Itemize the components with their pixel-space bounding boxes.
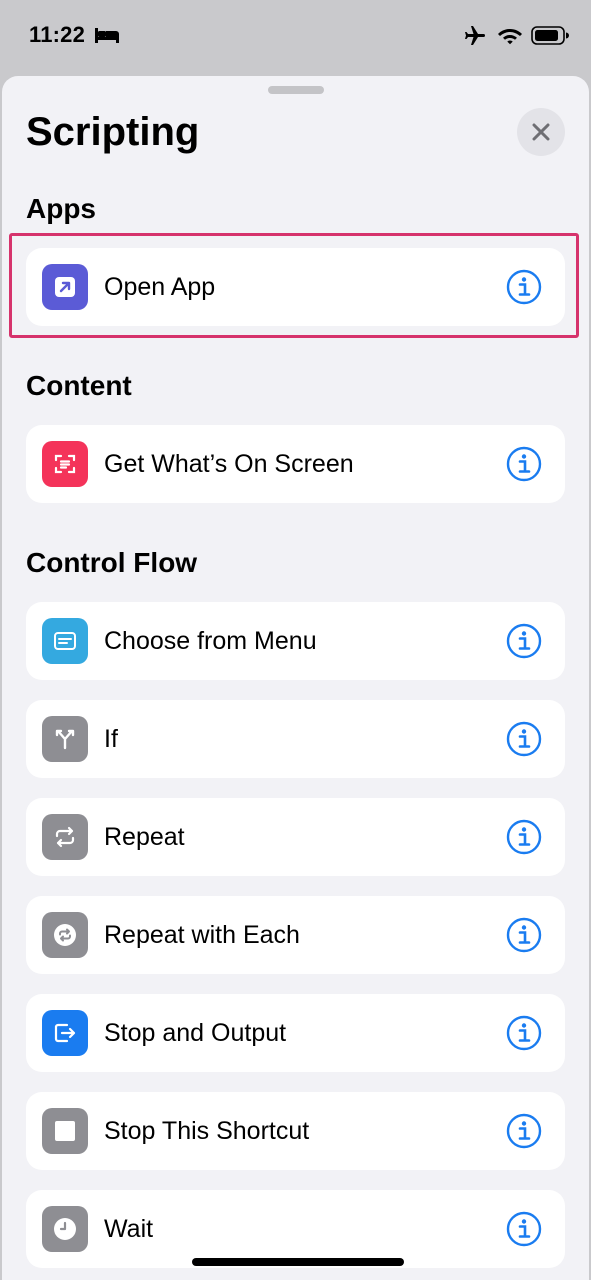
close-icon — [532, 123, 550, 141]
airplane-icon — [465, 26, 485, 45]
info-icon[interactable] — [506, 623, 542, 659]
list-item-stop-and-output[interactable]: Stop and Output — [26, 994, 565, 1072]
list-item-repeat[interactable]: Repeat — [26, 798, 565, 876]
section-header-apps: Apps — [26, 193, 96, 224]
screen-scan-icon — [42, 441, 88, 487]
info-icon[interactable] — [506, 819, 542, 855]
status-bar: 11:22 — [0, 0, 591, 72]
info-icon[interactable] — [506, 1113, 542, 1149]
home-indicator[interactable] — [192, 1258, 404, 1266]
close-button[interactable] — [517, 108, 565, 156]
repeat-icon — [42, 814, 88, 860]
sheet-title: Scripting — [26, 110, 200, 154]
status-time: 11:22 — [29, 22, 86, 47]
list-item-label: Get What’s On Screen — [104, 450, 354, 478]
info-icon[interactable] — [506, 1211, 542, 1247]
section-header-control-flow: Control Flow — [26, 547, 198, 578]
sheet-grabber[interactable] — [268, 86, 324, 94]
battery-icon — [531, 26, 569, 45]
info-icon[interactable] — [506, 1015, 542, 1051]
section-header-content: Content — [26, 370, 132, 401]
list-item-label: Repeat — [104, 823, 185, 851]
stop-icon — [42, 1108, 88, 1154]
repeat-each-icon — [42, 912, 88, 958]
list-item-label: Stop This Shortcut — [104, 1117, 310, 1145]
list-item-repeat-with-each[interactable]: Repeat with Each — [26, 896, 565, 974]
list-item-stop-this-shortcut[interactable]: Stop This Shortcut — [26, 1092, 565, 1170]
list-item-label: Wait — [104, 1215, 154, 1243]
list-item-get-whats-on-screen[interactable]: Get What’s On Screen — [26, 425, 565, 503]
list-item-label: Choose from Menu — [104, 627, 317, 655]
stop-output-icon — [42, 1010, 88, 1056]
info-icon[interactable] — [506, 917, 542, 953]
clock-icon — [42, 1206, 88, 1252]
list-item-label: If — [104, 725, 118, 753]
wifi-icon — [498, 29, 522, 45]
list-item-label: Stop and Output — [104, 1019, 287, 1047]
list-item-choose-from-menu[interactable]: Choose from Menu — [26, 602, 565, 680]
info-icon[interactable] — [506, 721, 542, 757]
bed-icon — [95, 28, 119, 43]
info-icon[interactable] — [506, 446, 542, 482]
list-item-label: Repeat with Each — [104, 921, 300, 949]
list-item-if[interactable]: If — [26, 700, 565, 778]
list-item-wait[interactable]: Wait — [26, 1190, 565, 1268]
highlight-frame — [9, 233, 579, 338]
menu-icon — [42, 618, 88, 664]
scripting-sheet: Scripting Apps Open App Content Get What… — [2, 76, 589, 1280]
branch-icon — [42, 716, 88, 762]
